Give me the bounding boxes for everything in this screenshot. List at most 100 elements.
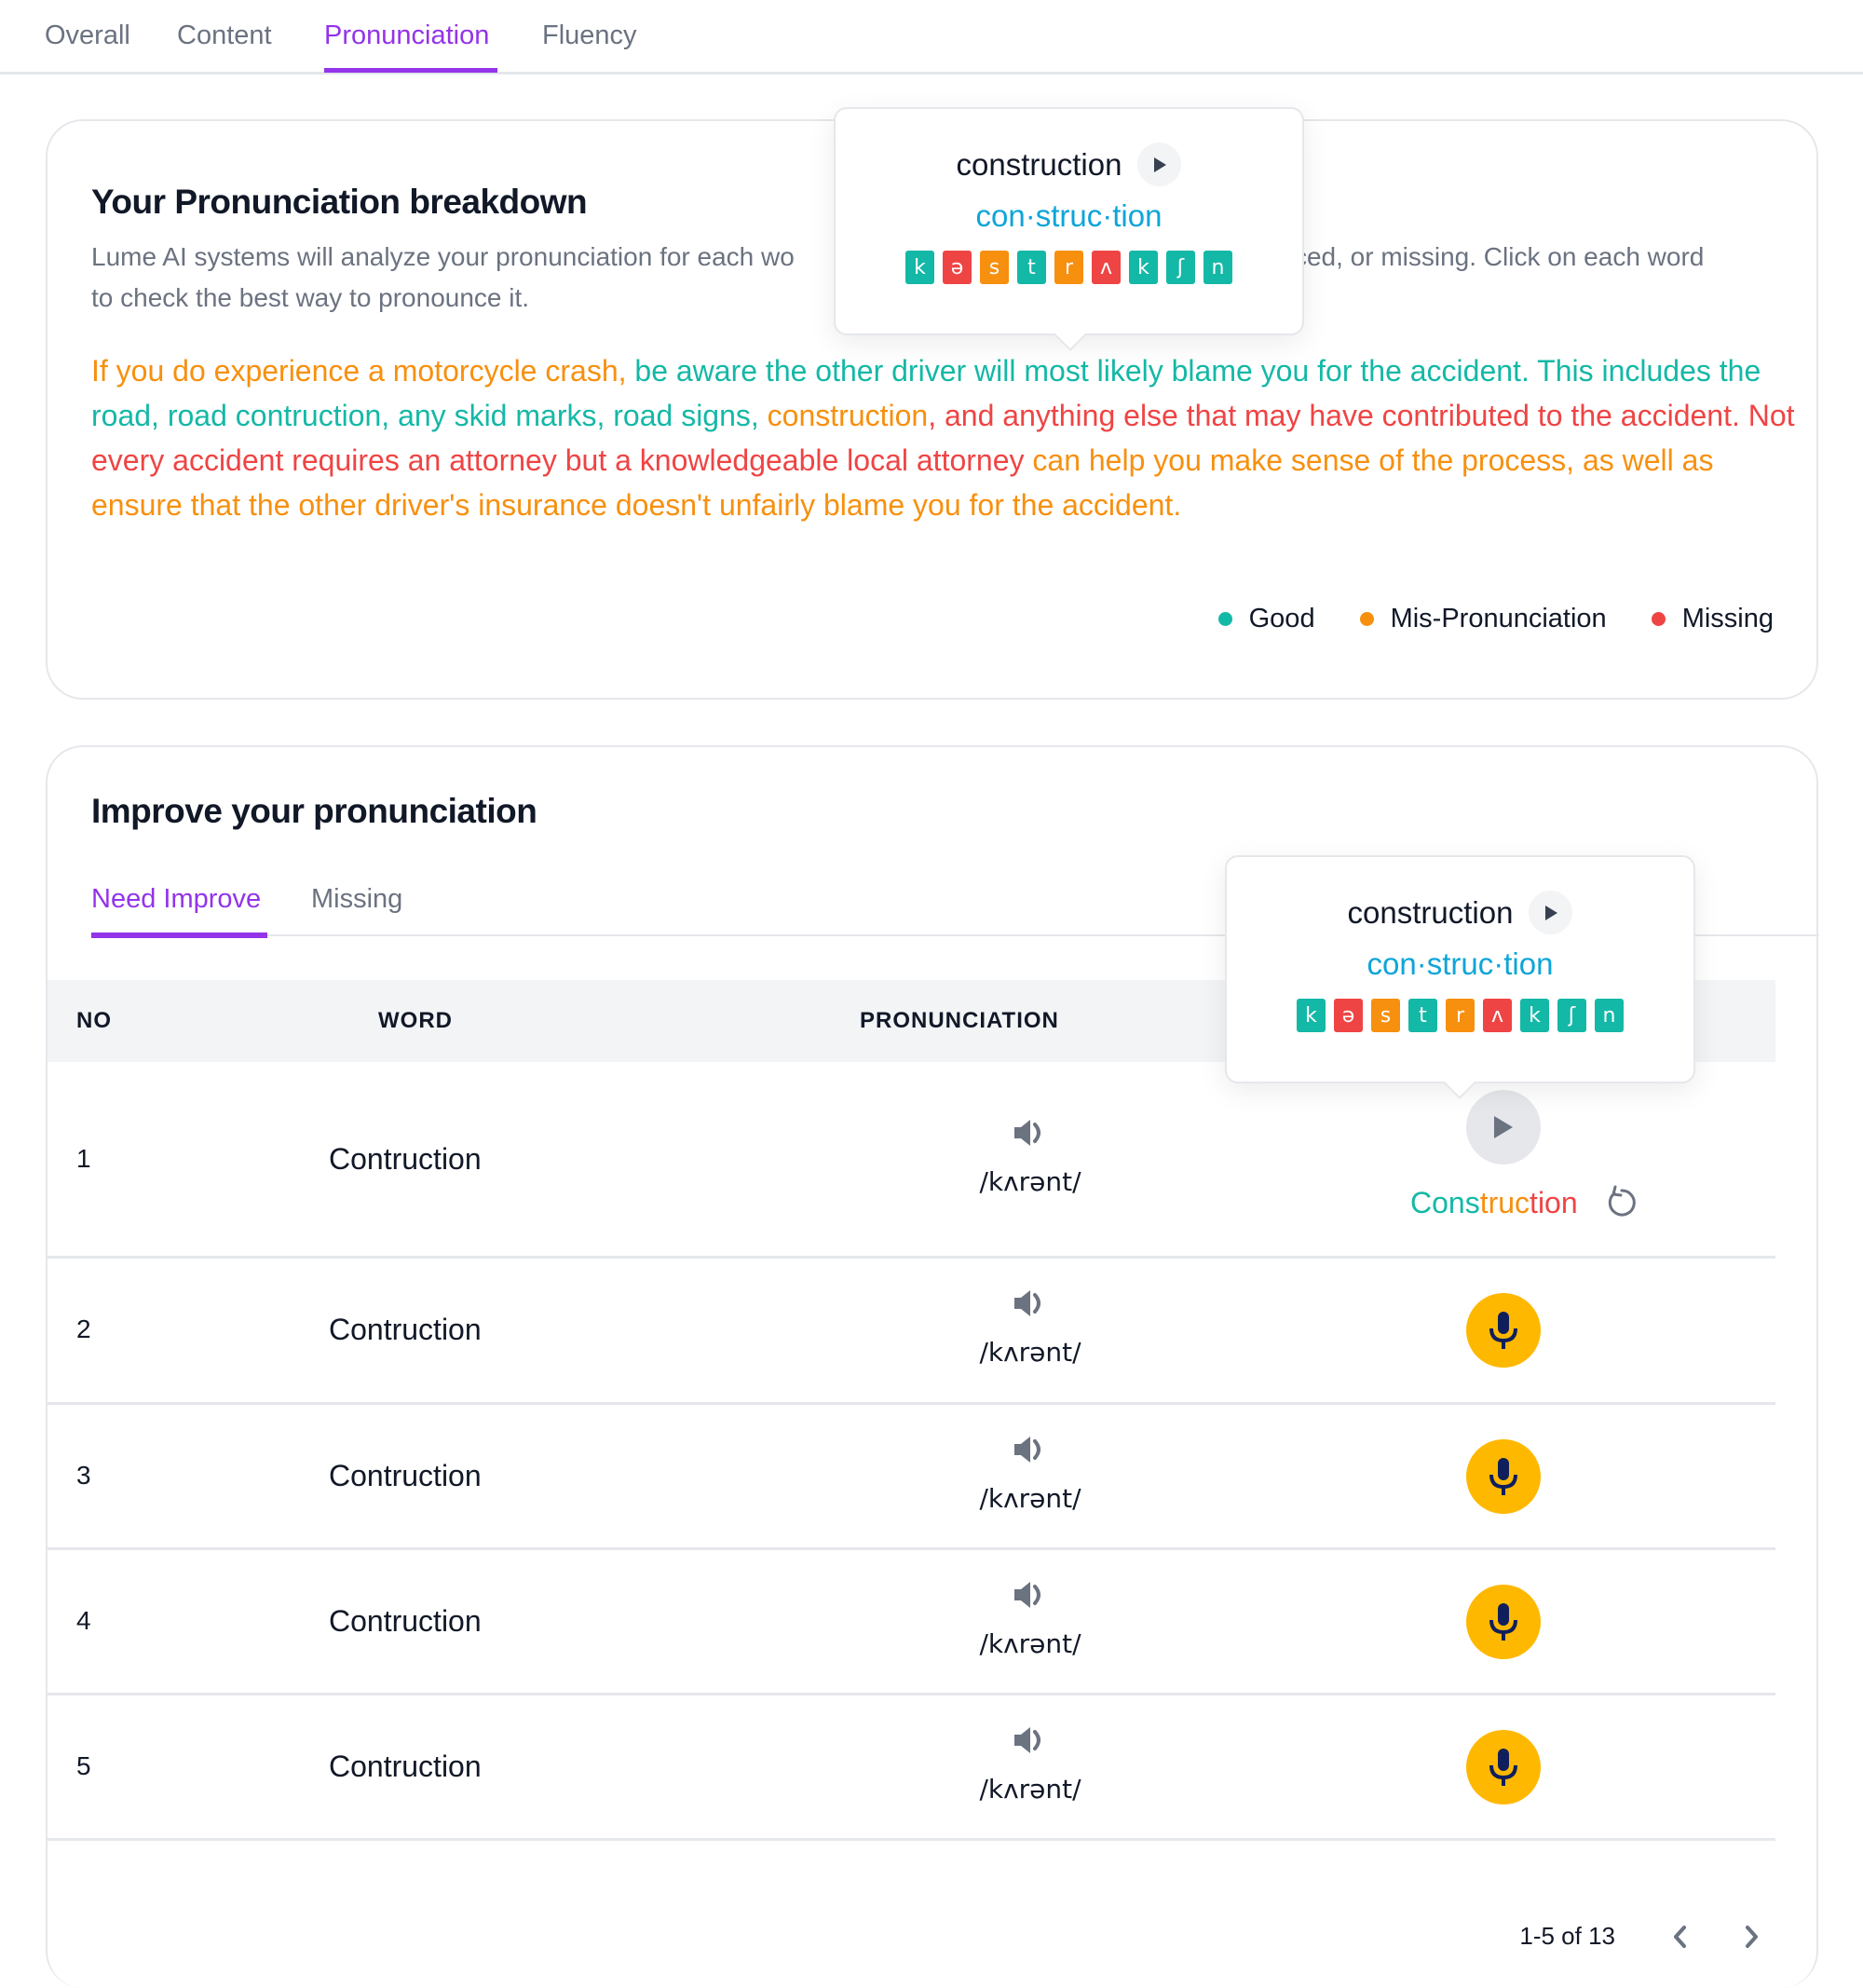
phoneme: ʃ <box>1557 999 1586 1032</box>
microphone-icon <box>1489 1749 1517 1786</box>
previous-page-button[interactable] <box>1671 1925 1688 1949</box>
phoneme: k <box>1520 999 1549 1032</box>
phoneme-list: k ə s t r ʌ k ʃ n <box>1227 999 1693 1032</box>
speaker-icon[interactable] <box>1012 1287 1049 1320</box>
table-row: 1 Contruction /kʌrənt/ Construction <box>48 1062 1775 1259</box>
pagination-range: 1-5 of 13 <box>1519 1922 1615 1950</box>
ipa-transcription: /kʌrənt/ <box>979 1166 1081 1197</box>
record-button[interactable] <box>1466 1439 1541 1514</box>
popover-syllables: con·struc·tion <box>975 198 1163 233</box>
table-row: 4 Contruction /kʌrənt/ <box>48 1550 1775 1695</box>
phoneme: ə <box>1334 999 1363 1032</box>
description-text-line2: to check the best way to pronounce it. <box>91 283 530 312</box>
tab-overall[interactable]: Overall <box>45 20 130 51</box>
result-word[interactable]: Construction <box>1410 1186 1578 1220</box>
result-segment: Cons <box>1410 1185 1480 1219</box>
row-word: Contruction <box>329 1604 482 1638</box>
phoneme: ʌ <box>1092 251 1121 284</box>
mis-pronunciation-dot-icon <box>1359 612 1374 626</box>
tab-content[interactable]: Content <box>177 20 272 51</box>
row-number: 5 <box>76 1751 91 1780</box>
column-no: NO <box>76 1008 112 1033</box>
row-number: 4 <box>76 1606 91 1635</box>
pronunciation-cell: /kʌrənt/ <box>891 1116 1170 1197</box>
ipa-transcription: /kʌrənt/ <box>979 1628 1081 1659</box>
play-icon <box>1494 1116 1513 1138</box>
legend-good: Good <box>1217 604 1315 634</box>
pagination: 1-5 of 13 <box>1519 1922 1761 1951</box>
chevron-left-icon <box>1674 1925 1686 1948</box>
sub-tab-need-improve[interactable]: Need Improve <box>91 884 261 915</box>
pronunciation-cell: /kʌrənt/ <box>891 1723 1170 1804</box>
active-tab-indicator <box>324 68 497 73</box>
column-pronunciation: PRONUNCIATION <box>860 1008 1059 1033</box>
table-row: 2 Contruction /kʌrənt/ <box>48 1259 1775 1405</box>
passage: If you do experience a motorcycle crash,… <box>91 348 1796 527</box>
retry-icon[interactable] <box>1602 1184 1639 1221</box>
legend-mis-pronunciation: Mis-Pronunciation <box>1359 604 1607 634</box>
pronunciation-cell: /kʌrənt/ <box>891 1287 1170 1368</box>
missing-dot-icon <box>1651 612 1666 626</box>
tab-pronunciation[interactable]: Pronunciation <box>324 20 489 51</box>
good-dot-icon <box>1217 612 1232 626</box>
row-word: Contruction <box>329 1750 482 1783</box>
phoneme: k <box>905 251 934 284</box>
word-popover-table: construction con·struc·tion k ə s t r ʌ … <box>1225 855 1695 1099</box>
speaker-icon[interactable] <box>1012 1433 1049 1466</box>
phoneme: s <box>980 251 1009 284</box>
phoneme: k <box>1297 999 1326 1032</box>
row-number: 2 <box>76 1314 91 1343</box>
table-row: 3 Contruction /kʌrənt/ <box>48 1405 1775 1550</box>
phoneme: n <box>1203 251 1232 284</box>
speaker-icon[interactable] <box>1012 1723 1049 1757</box>
column-word: WORD <box>378 1008 453 1033</box>
phoneme: n <box>1595 999 1624 1032</box>
next-page-button[interactable] <box>1744 1925 1761 1949</box>
ipa-transcription: /kʌrənt/ <box>979 1483 1081 1514</box>
phoneme: ʌ <box>1483 999 1512 1032</box>
ipa-transcription: /kʌrənt/ <box>979 1337 1081 1368</box>
pronunciation-cell: /kʌrənt/ <box>891 1578 1170 1659</box>
microphone-icon <box>1489 1458 1517 1495</box>
microphone-icon <box>1489 1603 1517 1641</box>
row-word: Contruction <box>329 1459 482 1492</box>
phoneme: ə <box>943 251 972 284</box>
main-tabs: Overall Content Pronunciation Fluency <box>0 0 1863 75</box>
sub-tab-missing[interactable]: Missing <box>311 884 402 915</box>
legend-label: Mis-Pronunciation <box>1390 604 1607 633</box>
phoneme: t <box>1017 251 1046 284</box>
popover-syllables: con·struc·tion <box>1367 946 1554 981</box>
description-text-end: unced, or missing. Click on each word <box>1264 242 1705 271</box>
description-text-start: Lume AI systems will analyze your pronun… <box>91 242 795 271</box>
play-icon <box>1153 157 1166 172</box>
ipa-transcription: /kʌrənt/ <box>979 1774 1081 1804</box>
popover-play-button[interactable] <box>1137 143 1182 186</box>
row-word: Contruction <box>329 1313 482 1346</box>
active-sub-tab-indicator <box>91 933 267 938</box>
play-icon <box>1544 905 1557 920</box>
phoneme: k <box>1129 251 1158 284</box>
legend: Good Mis-Pronunciation Missing <box>1217 604 1774 634</box>
record-button[interactable] <box>1466 1585 1541 1659</box>
speaker-icon[interactable] <box>1012 1116 1049 1150</box>
record-button[interactable] <box>1466 1293 1541 1368</box>
popover-play-button[interactable] <box>1529 891 1573 934</box>
phoneme-list: k ə s t r ʌ k ʃ n <box>836 251 1302 284</box>
result-segment: tion <box>1530 1185 1578 1219</box>
tab-fluency[interactable]: Fluency <box>542 20 637 51</box>
record-button[interactable] <box>1466 1730 1541 1804</box>
play-recording-button[interactable] <box>1466 1090 1541 1164</box>
row-number: 1 <box>76 1144 91 1173</box>
microphone-icon <box>1489 1312 1517 1349</box>
improve-title: Improve your pronunciation <box>91 792 537 830</box>
chevron-right-icon <box>1746 1925 1758 1948</box>
passage-word-construction[interactable]: construction <box>768 399 929 432</box>
row-number: 3 <box>76 1461 91 1490</box>
phoneme: ʃ <box>1166 251 1195 284</box>
legend-label: Good <box>1248 604 1315 633</box>
speaker-icon[interactable] <box>1012 1578 1049 1612</box>
passage-segment[interactable]: If you do experience a motorcycle crash, <box>91 354 634 388</box>
phoneme: t <box>1408 999 1437 1032</box>
word-popover: construction con·struc·tion k ə s t r ʌ … <box>834 107 1304 351</box>
result-segment: truc <box>1479 1185 1530 1219</box>
